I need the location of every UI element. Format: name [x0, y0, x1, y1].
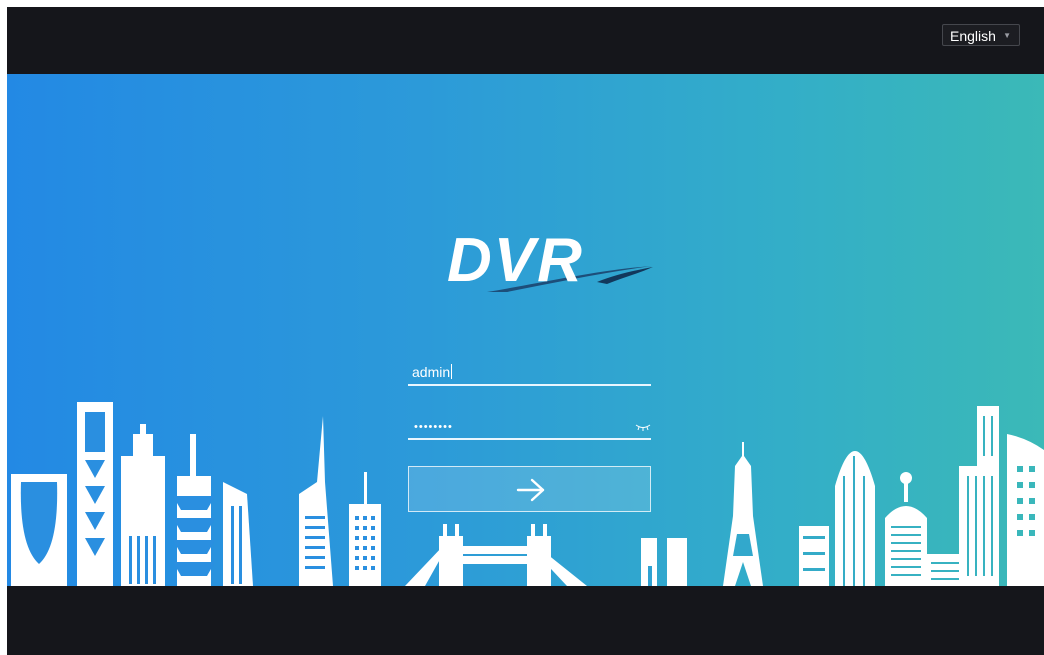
city-skyline-illustration [11, 402, 1044, 586]
language-select-value: English [950, 28, 996, 44]
login-hero: DVR admin •••••••• [7, 74, 1044, 586]
username-input[interactable]: admin [412, 364, 453, 380]
logo-text: DVR [447, 226, 584, 295]
language-select[interactable]: English ▼ [942, 24, 1020, 46]
top-bar: English ▼ [7, 7, 1044, 74]
app-window: English ▼ DVR admin •••••••• [7, 7, 1044, 655]
caret-down-icon: ▼ [1003, 31, 1011, 40]
username-field[interactable]: admin [408, 354, 651, 386]
text-cursor [451, 364, 453, 379]
bottom-bar [7, 586, 1044, 655]
username-value: admin [412, 364, 451, 380]
brand-logo: DVR [447, 226, 657, 296]
